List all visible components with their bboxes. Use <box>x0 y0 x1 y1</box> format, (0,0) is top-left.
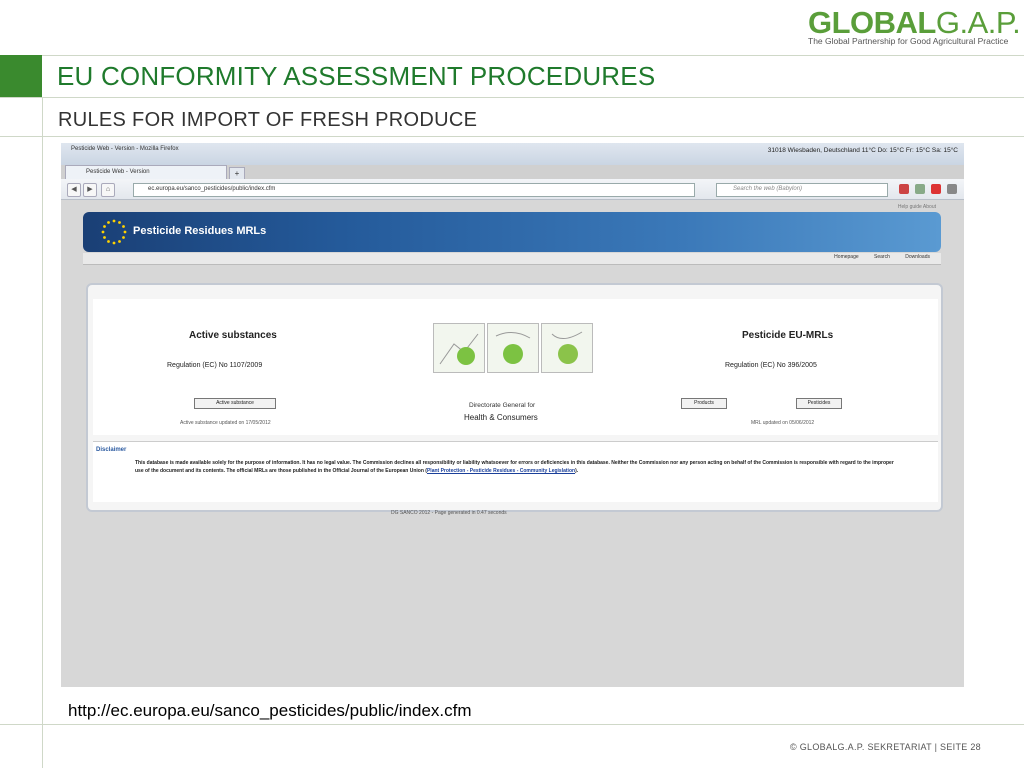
site-footer: DG SANCO 2012 - Page generated in 0.47 s… <box>391 510 507 516</box>
back-arrow-icon[interactable]: ◀ <box>67 183 81 197</box>
disclaimer-text: This database is made available solely f… <box>135 459 895 475</box>
disclaimer-title: Disclaimer <box>96 447 127 453</box>
forward-arrow-icon[interactable]: ▶ <box>83 183 97 197</box>
address-url: ec.europa.eu/sanco_pesticides/public/ind… <box>148 186 276 192</box>
divider-title <box>0 97 1024 98</box>
search-placeholder: Search the web (Babylon) <box>733 186 803 192</box>
browser-tab-label: Pesticide Web - Version <box>86 169 150 175</box>
regulation-396: Regulation (EC) No 396/2005 <box>725 362 817 369</box>
url-caption: http://ec.europa.eu/sanco_pesticides/pub… <box>68 701 472 720</box>
address-bar[interactable]: ec.europa.eu/sanco_pesticides/public/ind… <box>133 183 695 197</box>
regulation-1107: Regulation (EC) No 1107/2009 <box>167 362 263 369</box>
produce-image-1 <box>433 323 485 373</box>
addon-icon[interactable] <box>931 184 941 194</box>
subnav-links[interactable]: Homepage Search Downloads <box>834 254 930 260</box>
banner-title: Pesticide Residues MRLs <box>133 225 267 237</box>
weather-bar: 31018 Wiesbaden, Deutschland 11°C Do: 15… <box>767 147 958 154</box>
browser-tab[interactable]: Pesticide Web - Version <box>65 165 227 180</box>
home-icon[interactable]: ⌂ <box>101 183 115 197</box>
home-icon[interactable] <box>899 184 909 194</box>
divider-subtitle <box>0 136 1024 137</box>
logo-brand-light: G.A.P. <box>935 5 1021 40</box>
active-substance-button[interactable]: Active substance <box>194 398 276 409</box>
globalgap-logo: GLOBALG.A.P. <box>808 5 1021 40</box>
browser-screenshot: Pesticide Web - Version - Mozilla Firefo… <box>61 143 964 687</box>
logo-brand-bold: GLOBAL <box>808 5 936 40</box>
pesticides-button[interactable]: Pesticides <box>796 398 842 409</box>
active-substances-heading: Active substances <box>189 330 277 341</box>
top-links[interactable]: Help guide About <box>898 204 936 210</box>
eu-stars-icon <box>101 219 127 245</box>
legislation-link[interactable]: Plant Protection - Pesticide Residues - … <box>427 468 575 474</box>
slide-footer: © GLOBALG.A.P. SEKRETARIAT | SEITE 28 <box>790 742 981 752</box>
divider-left <box>42 97 43 768</box>
logo-tagline: The Global Partnership for Good Agricult… <box>808 36 1009 46</box>
dg-line2: Health & Consumers <box>464 413 538 422</box>
site-subnav <box>83 253 941 265</box>
slide-subtitle: RULES FOR IMPORT OF FRESH PRODUCE <box>58 109 478 131</box>
products-button[interactable]: Products <box>681 398 727 409</box>
dg-line1: Directorate General for <box>469 402 536 409</box>
search-input[interactable]: Search the web (Babylon) <box>716 183 888 197</box>
divider-top <box>0 55 1024 56</box>
bookmark-icon[interactable] <box>915 184 925 194</box>
pesticide-mrls-heading: Pesticide EU-MRLs <box>742 330 834 341</box>
divider-bottom <box>0 724 1024 725</box>
disclaimer-end: ). <box>575 468 579 474</box>
mrl-updated: MRL updated on 05/06/2012 <box>751 420 815 426</box>
produce-image-2 <box>487 323 539 373</box>
produce-image-3 <box>541 323 593 373</box>
active-substance-updated: Active substance updated on 17/05/2012 <box>180 420 271 426</box>
title-accent-block <box>0 55 42 97</box>
slide-title: EU CONFORMITY ASSESSMENT PROCEDURES <box>57 61 656 91</box>
menu-icon[interactable] <box>947 184 957 194</box>
browser-window-title: Pesticide Web - Version - Mozilla Firefo… <box>71 146 179 152</box>
